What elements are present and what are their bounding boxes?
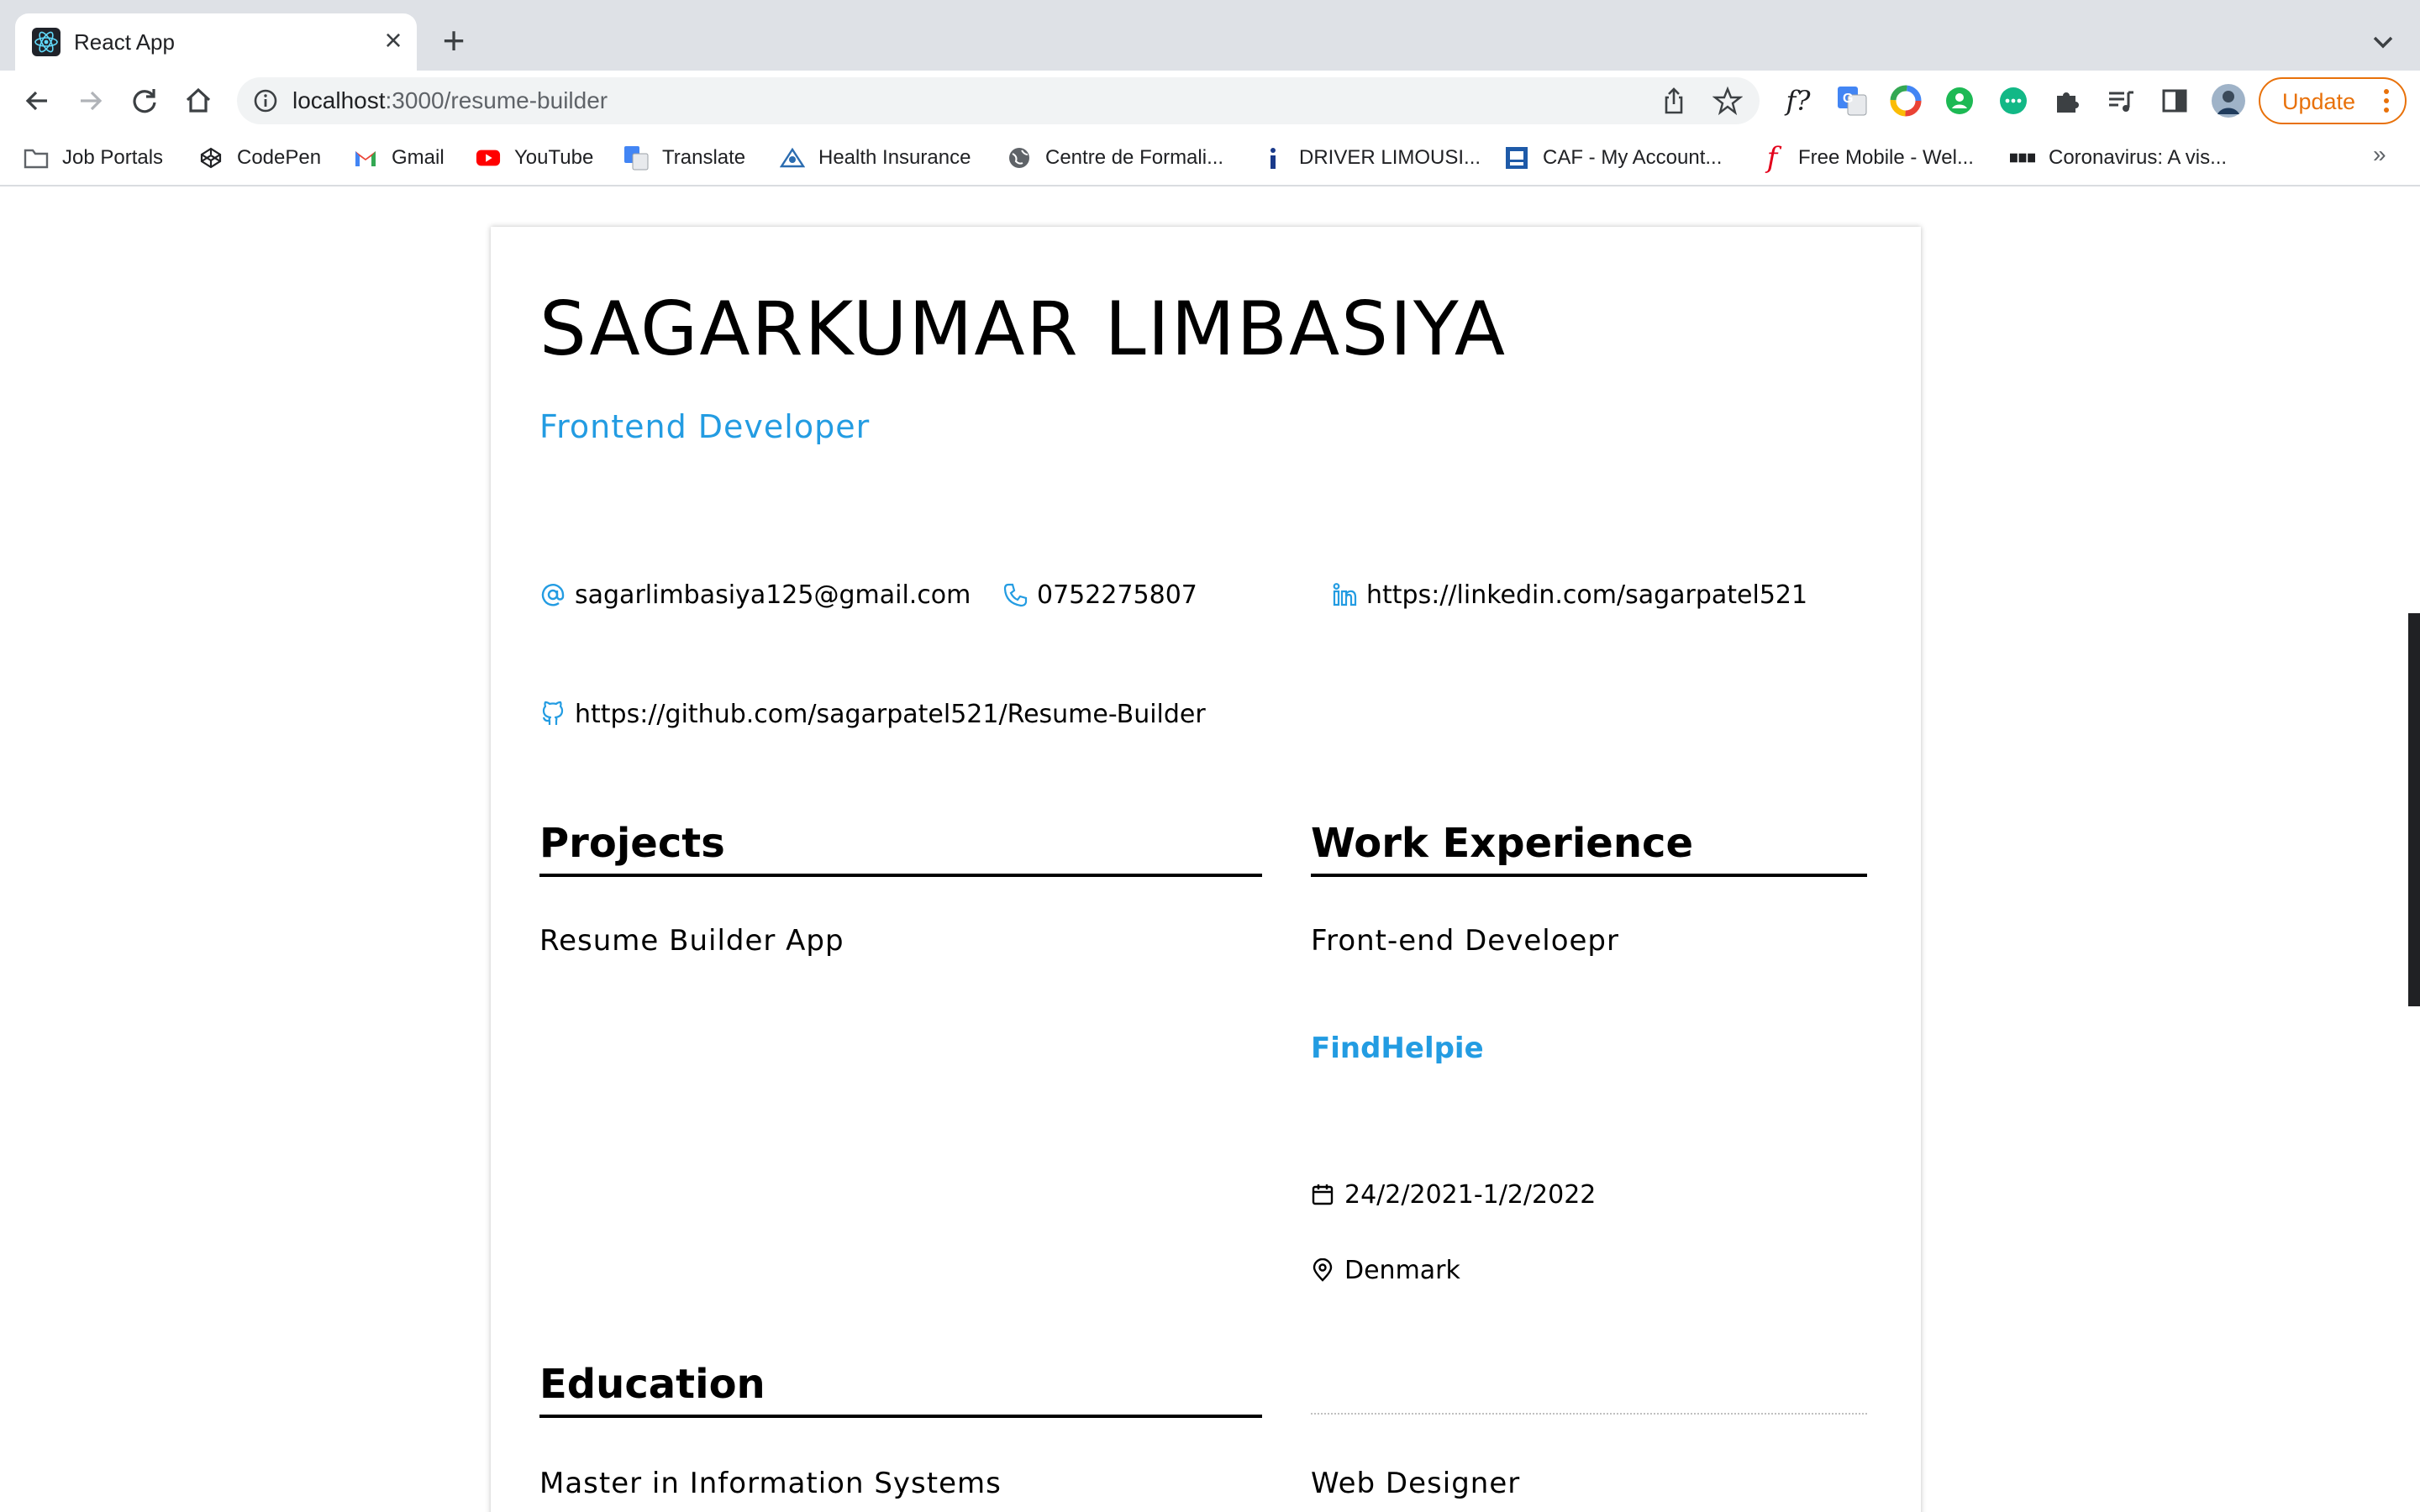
google-translate-icon[interactable]: G [1832, 81, 1872, 121]
bookmarks-bar: Job Portals CodePen Gmail YouTube Transl… [0, 131, 2420, 186]
new-tab-icon[interactable]: + [434, 20, 474, 60]
work-item-separator [1311, 1413, 1867, 1415]
youtube-icon [476, 145, 501, 171]
phone-icon [1003, 583, 1028, 607]
address-bar[interactable]: localhost:3000/resume-builder [237, 77, 1760, 124]
codepen-icon [198, 145, 224, 171]
site-info-icon[interactable] [252, 87, 279, 114]
reload-icon[interactable] [126, 82, 163, 119]
home-icon[interactable] [180, 82, 217, 119]
media-controls-icon[interactable] [2101, 81, 2141, 121]
bookmark-job-portals[interactable]: Job Portals [24, 139, 163, 176]
back-icon[interactable] [18, 82, 55, 119]
work-dates: 24/2/2021-1/2/2022 [1311, 1178, 1596, 1211]
bookmark-free-mobile[interactable]: f Free Mobile - Wel... [1760, 139, 1974, 176]
education-title: Master in Information Systems [539, 1467, 1002, 1500]
scrollbar-thumb[interactable] [2408, 613, 2420, 1006]
contact-email: sagarlimbasiya125@gmail.com [539, 576, 971, 613]
free-mobile-icon: f [1766, 141, 1778, 175]
more-menu-icon [2384, 89, 2389, 113]
bookmark-gmail[interactable]: Gmail [353, 139, 445, 176]
work-company: FindHelpie [1311, 1032, 1484, 1065]
bookmark-driver-limousine[interactable]: DRIVER LIMOUSI... [1260, 139, 1481, 176]
url-text[interactable]: localhost:3000/resume-builder [292, 87, 608, 114]
share-icon[interactable] [1659, 86, 1689, 116]
education-divider [539, 1415, 1262, 1418]
update-button[interactable]: Update [2259, 77, 2407, 124]
react-icon [32, 28, 60, 56]
work-title: Front-end Develoepr [1311, 924, 1619, 958]
browser-tab-strip: React App × + [0, 0, 2420, 71]
bbc-icon [2010, 145, 2035, 171]
work-experience-heading: Work Experience [1311, 820, 1694, 867]
chat-extension-icon[interactable] [1993, 81, 2033, 121]
education-heading: Education [539, 1361, 765, 1408]
browser-toolbar: localhost:3000/resume-builder f? G Updat… [0, 71, 2420, 131]
page-viewport: SAGARKUMAR LIMBASIYA Frontend Developer … [0, 186, 2420, 1512]
contact-linkedin: https://linkedin.com/sagarpatel521 [1331, 576, 1807, 613]
avatar[interactable] [2208, 81, 2249, 121]
resume-document: SAGARKUMAR LIMBASIYA Frontend Developer … [491, 227, 1921, 1512]
health-insurance-icon [780, 145, 805, 171]
extensions-puzzle-icon[interactable] [2047, 81, 2087, 121]
bookmark-caf[interactable]: CAF - My Account... [1504, 139, 1722, 176]
bookmark-star-icon[interactable] [1712, 86, 1743, 116]
contact-github: https://github.com/sagarpatel521/Resume-… [539, 696, 1206, 732]
projects-heading: Projects [539, 820, 725, 867]
project-title: Resume Builder App [539, 924, 844, 958]
bookmark-codepen[interactable]: CodePen [198, 139, 321, 176]
chevron-down-icon[interactable] [2363, 22, 2403, 62]
svg-text:G: G [1843, 92, 1853, 106]
bookmarks-overflow-icon[interactable]: » [2373, 141, 2386, 168]
fonts-extension-icon[interactable]: f? [1778, 81, 1818, 121]
projects-divider [539, 874, 1262, 877]
github-icon [542, 701, 564, 725]
work-experience-divider [1311, 874, 1867, 877]
bookmark-centre-de-formalites[interactable]: Centre de Formali... [1007, 139, 1223, 176]
linkedin-icon [1333, 583, 1357, 606]
side-panel-icon[interactable] [2154, 81, 2195, 121]
gmail-icon [353, 145, 378, 171]
bookmark-health-insurance[interactable]: Health Insurance [780, 139, 971, 176]
at-sign-icon [541, 584, 565, 606]
calendar-icon [1312, 1184, 1334, 1205]
work-location: Denmark [1311, 1253, 1460, 1287]
caf-icon [1504, 145, 1529, 171]
location-pin-icon [1313, 1258, 1333, 1282]
bookmark-coronavirus[interactable]: Coronavirus: A vis... [2010, 139, 2227, 176]
close-tab-icon[interactable]: × [376, 22, 410, 59]
folder-icon [24, 145, 49, 171]
bookmark-youtube[interactable]: YouTube [476, 139, 593, 176]
tab-title: React App [74, 29, 175, 55]
forward-icon[interactable] [72, 82, 109, 119]
globe-icon [1007, 145, 1032, 171]
browser-tab[interactable]: React App × [15, 13, 417, 71]
profile-extension-icon[interactable] [1939, 81, 1980, 121]
resume-name: SAGARKUMAR LIMBASIYA [539, 286, 1507, 372]
translate-icon [623, 145, 649, 171]
resume-role: Frontend Developer [539, 408, 871, 445]
work-title: Web Designer [1311, 1467, 1521, 1500]
contact-phone: 0752275807 [1002, 576, 1197, 613]
color-picker-icon[interactable] [1886, 81, 1926, 121]
info-icon [1260, 145, 1286, 171]
bookmark-translate[interactable]: Translate [623, 139, 745, 176]
